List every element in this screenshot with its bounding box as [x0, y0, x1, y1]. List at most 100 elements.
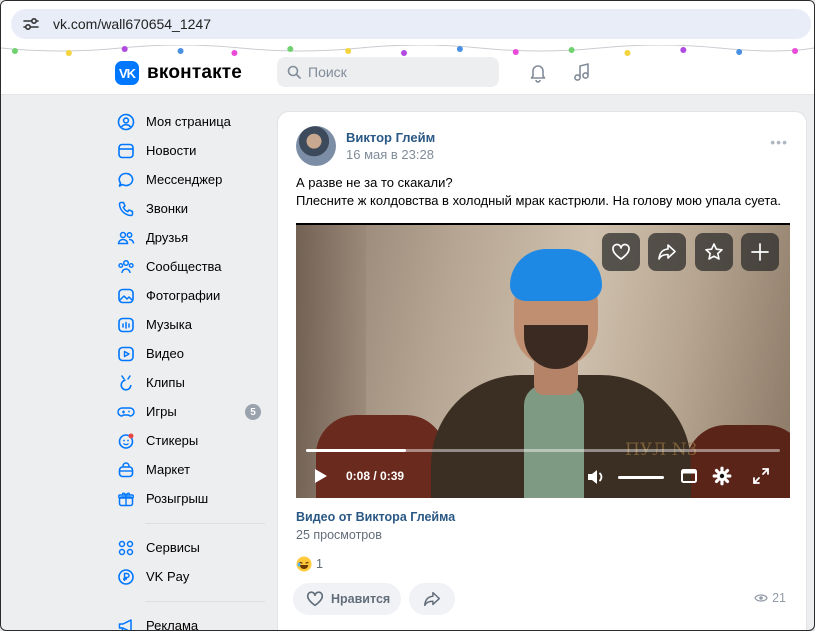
- eye-icon: [754, 594, 768, 602]
- left-sidebar: Моя страница Новости Мессенджер Звонки Д…: [111, 107, 267, 631]
- video-title-link[interactable]: Видео от Виктора Глейма: [296, 510, 455, 524]
- heart-icon: [306, 591, 324, 607]
- video-player[interactable]: ПУЛ N3 0:08 / 0:39: [296, 223, 790, 498]
- sidebar-item-label: Реклама: [146, 618, 199, 631]
- search-input[interactable]: Поиск: [277, 57, 499, 87]
- sidebar-item-video[interactable]: Видео: [111, 339, 267, 368]
- video-views-count: 25 просмотров: [296, 528, 382, 542]
- gamepad-icon: [115, 401, 137, 423]
- share-arrow-icon: [658, 244, 676, 260]
- video-favorite-button[interactable]: [695, 233, 733, 271]
- sidebar-item-label: Друзья: [146, 230, 189, 245]
- sidebar-item-ads[interactable]: Реклама: [111, 611, 267, 631]
- music-note-icon[interactable]: [571, 61, 593, 83]
- video-progress-bar[interactable]: [306, 449, 780, 452]
- music-icon: [115, 314, 137, 336]
- gear-icon[interactable]: [712, 466, 732, 486]
- sidebar-item-label: Розыгрыш: [146, 491, 209, 506]
- url-field[interactable]: vk.com/wall670654_1247: [11, 9, 811, 39]
- sidebar-item-music[interactable]: Музыка: [111, 310, 267, 339]
- sidebar-divider: [145, 523, 265, 524]
- market-bag-icon: [115, 459, 137, 481]
- sidebar-item-stickers[interactable]: Стикеры: [111, 426, 267, 455]
- reactions-summary[interactable]: 1: [296, 556, 323, 572]
- ads-megaphone-icon: [115, 615, 137, 630]
- sidebar-item-label: Музыка: [146, 317, 192, 332]
- sidebar-item-games[interactable]: Игры 5: [111, 397, 267, 426]
- sidebar-item-friends[interactable]: Друзья: [111, 223, 267, 252]
- video-frame-person-hair: [510, 249, 602, 301]
- search-icon: [287, 65, 301, 79]
- star-icon: [705, 243, 723, 260]
- video-like-button[interactable]: [602, 233, 640, 271]
- like-button[interactable]: Нравится: [293, 583, 401, 615]
- fullscreen-icon[interactable]: [752, 467, 770, 485]
- video-share-button[interactable]: [648, 233, 686, 271]
- play-icon[interactable]: [314, 468, 328, 484]
- vk-logo-mark: VK: [115, 61, 139, 85]
- url-text: vk.com/wall670654_1247: [53, 16, 211, 32]
- clips-icon: [115, 372, 137, 394]
- sidebar-item-vkpay[interactable]: VK Pay: [111, 562, 267, 591]
- share-arrow-icon: [424, 591, 440, 607]
- sidebar-item-my-page[interactable]: Моя страница: [111, 107, 267, 136]
- friends-icon: [115, 227, 137, 249]
- post-date-link[interactable]: 16 мая в 23:28: [346, 147, 434, 162]
- sidebar-divider: [145, 601, 265, 602]
- like-label: Нравится: [331, 592, 391, 606]
- browser-window: vk.com/wall670654_1247 VK вконтакте Поис…: [0, 0, 815, 631]
- sidebar-item-label: Стикеры: [146, 433, 199, 448]
- vk-logo[interactable]: VK вконтакте: [115, 61, 242, 85]
- video-progress-fill: [306, 449, 406, 452]
- sidebar-item-label: Игры: [146, 404, 177, 419]
- plus-icon: [751, 243, 769, 261]
- sidebar-item-label: Клипы: [146, 375, 185, 390]
- post-text-line: Плесните ж колдовства в холодный мрак ка…: [296, 193, 781, 208]
- sidebar-item-calls[interactable]: Звонки: [111, 194, 267, 223]
- sidebar-item-label: Сообщества: [146, 259, 222, 274]
- more-options-icon[interactable]: •••: [770, 134, 788, 150]
- reaction-count: 1: [316, 557, 323, 571]
- gift-icon: [115, 488, 137, 510]
- volume-icon[interactable]: [586, 467, 608, 487]
- games-badge: 5: [245, 404, 261, 420]
- sidebar-item-label: Фотографии: [146, 288, 221, 303]
- sidebar-item-services[interactable]: Сервисы: [111, 533, 267, 562]
- sidebar-item-communities[interactable]: Сообщества: [111, 252, 267, 281]
- post-text: А разве не за то скакали? Плесните ж кол…: [296, 174, 796, 210]
- bell-icon[interactable]: [527, 61, 549, 83]
- video-controls: 0:08 / 0:39: [296, 461, 790, 493]
- heart-icon: [612, 243, 630, 260]
- video-add-button[interactable]: [741, 233, 779, 271]
- sidebar-item-clips[interactable]: Клипы: [111, 368, 267, 397]
- post-views-count: 21: [772, 591, 786, 605]
- post-author-link[interactable]: Виктор Глейм: [346, 130, 435, 145]
- post-views: 21: [754, 591, 786, 605]
- author-avatar[interactable]: [296, 126, 336, 166]
- sidebar-item-messenger[interactable]: Мессенджер: [111, 165, 267, 194]
- video-icon: [115, 343, 137, 365]
- vkpay-icon: [115, 566, 137, 588]
- sidebar-item-label: VK Pay: [146, 569, 190, 584]
- message-icon: [115, 169, 137, 191]
- sticker-icon: [115, 430, 137, 452]
- services-icon: [115, 537, 137, 559]
- phone-icon: [115, 198, 137, 220]
- sidebar-item-news[interactable]: Новости: [111, 136, 267, 165]
- post-text-line: А разве не за то скакали?: [296, 175, 453, 190]
- user-circle-icon: [115, 111, 137, 133]
- site-settings-icon[interactable]: [21, 14, 41, 34]
- sidebar-item-giveaway[interactable]: Розыгрыш: [111, 484, 267, 513]
- share-button[interactable]: [409, 583, 455, 615]
- wall-post: Виктор Глейм 16 мая в 23:28 ••• А разве …: [277, 111, 807, 630]
- vk-logo-text: вконтакте: [147, 62, 243, 83]
- sidebar-item-label: Моя страница: [146, 114, 231, 129]
- volume-slider[interactable]: [618, 476, 664, 479]
- laughing-emoji-icon: [296, 556, 312, 572]
- sidebar-item-label: Сервисы: [146, 540, 200, 555]
- sidebar-item-photos[interactable]: Фотографии: [111, 281, 267, 310]
- sidebar-item-market[interactable]: Маркет: [111, 455, 267, 484]
- communities-icon: [115, 256, 137, 278]
- miniplayer-icon[interactable]: [680, 467, 698, 485]
- news-icon: [115, 140, 137, 162]
